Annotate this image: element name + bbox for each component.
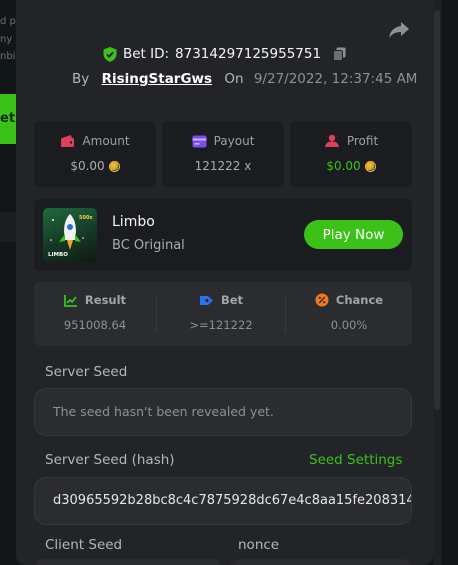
percent-icon	[315, 293, 329, 307]
result-value: 951008.64	[63, 318, 127, 332]
limbo-game-thumbnail[interactable]: 500x LIMBO	[43, 208, 97, 262]
scrollbar-thumb[interactable]	[434, 10, 440, 410]
amount-card: Amount $0.00	[34, 121, 156, 187]
game-card: 500x LIMBO Limbo BC Original Play Now	[34, 199, 412, 271]
client-seed-field[interactable]	[34, 559, 222, 565]
bet-id-value: 87314297125955751	[175, 46, 322, 62]
thumb-text: LIMBO	[48, 252, 68, 258]
server-seed-label: Server Seed	[45, 364, 128, 380]
wallet-icon	[61, 135, 75, 147]
profit-card: Profit $0.00	[290, 121, 412, 187]
background-bet-button: et	[0, 94, 16, 144]
server-seed-hash-field[interactable]: d30965592b28bc8c4c7875928dc67e4c8aa15fe2…	[34, 477, 412, 525]
play-now-button[interactable]: Play Now	[304, 220, 403, 249]
coin-icon	[364, 160, 376, 172]
background-panel	[0, 212, 16, 242]
bet-value: >=121222	[189, 318, 253, 332]
chance-column: Chance 0.00%	[286, 282, 412, 346]
result-panel: Result 951008.64 Bet >=121222 Chance 0.0…	[34, 282, 412, 346]
copy-icon[interactable]	[333, 47, 346, 61]
bet-details-modal: Bet ID: 87314297125955751 By RisingStarG…	[16, 0, 433, 565]
by-label: By	[72, 71, 90, 87]
bet-id-label: Bet ID:	[122, 46, 170, 62]
seed-settings-link[interactable]: Seed Settings	[309, 452, 402, 468]
coin-icon	[108, 160, 120, 172]
game-subtitle: BC Original	[112, 238, 185, 253]
on-label: On	[224, 71, 244, 87]
amount-label: Amount	[82, 134, 130, 148]
server-seed-hash-label: Server Seed (hash)	[45, 452, 175, 468]
bet-label: Bet	[220, 293, 244, 307]
username-link[interactable]: RisingStarGws	[102, 71, 213, 87]
profit-label: Profit	[346, 134, 379, 148]
thumb-badge: 500x	[79, 215, 93, 221]
rocket-icon: 500x LIMBO	[48, 214, 93, 258]
server-seed-field[interactable]: The seed hasn't been revealed yet.	[34, 388, 412, 436]
payout-value: 121222 x	[194, 159, 252, 173]
chance-label: Chance	[335, 293, 384, 307]
bet-author-row: By RisingStarGws On 9/27/2022, 12:37:45 …	[72, 71, 417, 87]
profit-icon	[324, 134, 339, 147]
chance-value: 0.00%	[330, 318, 368, 332]
payout-label: Payout	[213, 134, 255, 148]
result-chart-icon	[64, 294, 77, 307]
background-text-line: ny	[0, 34, 13, 45]
result-column: Result 951008.64	[34, 282, 156, 346]
background-text-line: nbi	[0, 51, 16, 62]
client-seed-label: Client Seed	[45, 537, 123, 553]
bet-id-row: Bet ID: 87314297125955751	[16, 46, 433, 62]
bet-datetime: 9/27/2022, 12:37:45 AM	[253, 71, 418, 87]
bet-column: Bet >=121222	[157, 282, 285, 346]
bet-tag-icon	[199, 295, 213, 305]
profit-value: $0.00	[326, 159, 361, 173]
payout-card: Payout 121222 x	[162, 121, 284, 187]
game-title: Limbo	[112, 214, 155, 230]
nonce-field[interactable]	[230, 559, 412, 565]
shield-check-icon	[103, 46, 117, 62]
result-label: Result	[84, 293, 127, 307]
amount-value: $0.00	[70, 159, 105, 173]
background-text-line: d p	[0, 16, 16, 27]
share-arrow-icon[interactable]	[388, 20, 410, 40]
nonce-label: nonce	[238, 537, 280, 553]
payout-card-icon	[192, 135, 207, 147]
